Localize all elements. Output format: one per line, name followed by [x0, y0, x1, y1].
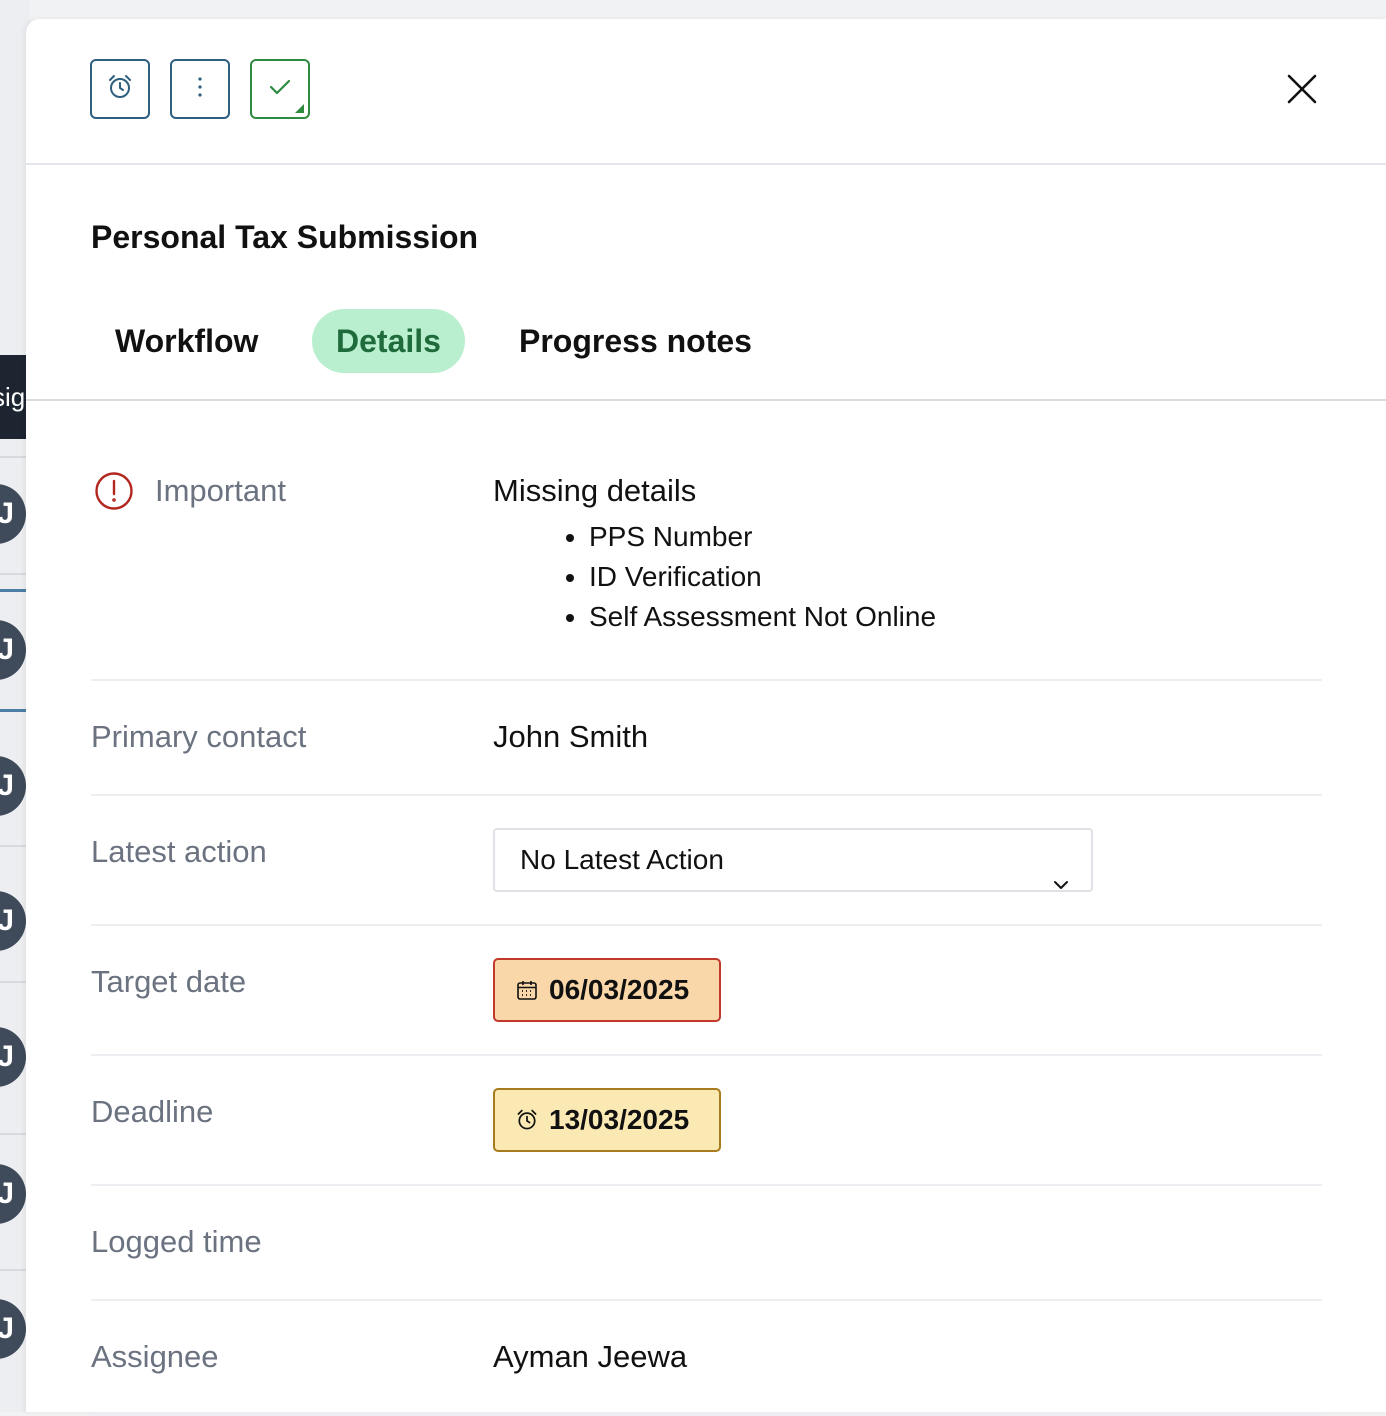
vertical-ellipsis-icon: [195, 73, 205, 106]
target-date-value: 06/03/2025: [549, 974, 690, 1005]
calendar-icon: [515, 978, 539, 1002]
details-content: Important Missing details PPS Number ID …: [91, 419, 1322, 1416]
chevron-down-icon: [1053, 852, 1069, 912]
avatar[interactable]: J: [0, 1299, 26, 1359]
more-options-button[interactable]: [170, 59, 230, 119]
deadline-value: 13/03/2025: [549, 1104, 690, 1135]
deadline-label: Deadline: [91, 1094, 214, 1129]
list-item: PPS Number: [589, 517, 936, 557]
assignee-label: Assignee: [91, 1339, 219, 1374]
important-label: Important: [155, 473, 286, 508]
missing-details-list: PPS Number ID Verification Self Assessme…: [493, 517, 936, 637]
alarm-clock-icon: [515, 1108, 539, 1132]
task-details-panel: Personal Tax Submission Workflow Details…: [26, 19, 1386, 1416]
dropdown-corner-indicator: [295, 104, 304, 113]
alarm-clock-icon: [106, 73, 134, 106]
target-date-row: Target date 06/03/2025: [91, 926, 1322, 1056]
close-button[interactable]: [1286, 74, 1318, 109]
avatar[interactable]: J: [0, 891, 26, 951]
avatar[interactable]: J: [0, 620, 26, 680]
panel-toolbar: [26, 19, 1386, 165]
page-title: Personal Tax Submission: [91, 219, 479, 255]
deadline-picker[interactable]: 13/03/2025: [493, 1088, 721, 1152]
logged-time-label: Logged time: [91, 1224, 262, 1259]
tab-bar: Workflow Details Progress notes: [26, 309, 1386, 401]
list-item: ID Verification: [589, 557, 936, 597]
primary-contact-label: Primary contact: [91, 719, 307, 754]
missing-details-heading: Missing details: [493, 473, 697, 508]
tab-progress-notes[interactable]: Progress notes: [495, 309, 776, 373]
mark-complete-button[interactable]: [250, 59, 310, 119]
latest-action-select[interactable]: No Latest Action: [493, 828, 1093, 892]
list-item: Self Assessment Not Online: [589, 597, 936, 637]
tab-workflow[interactable]: Workflow: [91, 309, 282, 373]
close-x-icon: [1287, 74, 1317, 109]
avatar[interactable]: J: [0, 484, 26, 544]
assignee-row: Assignee Ayman Jeewa: [91, 1301, 1322, 1416]
target-date-label: Target date: [91, 964, 247, 999]
important-row: Important Missing details PPS Number ID …: [91, 419, 1322, 681]
checkmark-icon: [267, 76, 293, 103]
reminder-button[interactable]: [90, 59, 150, 119]
primary-contact-value[interactable]: John Smith: [493, 719, 648, 755]
alert-circle-icon: [94, 471, 134, 516]
avatar[interactable]: J: [0, 1164, 26, 1224]
latest-action-label: Latest action: [91, 834, 267, 869]
target-date-picker[interactable]: 06/03/2025: [493, 958, 721, 1022]
latest-action-row: Latest action No Latest Action: [91, 796, 1322, 926]
avatar[interactable]: J: [0, 1027, 26, 1087]
primary-contact-row: Primary contact John Smith: [91, 681, 1322, 796]
avatar[interactable]: J: [0, 756, 26, 816]
logged-time-row: Logged time: [91, 1186, 1322, 1301]
deadline-row: Deadline 13/03/2025: [91, 1056, 1322, 1186]
latest-action-value: No Latest Action: [520, 844, 724, 875]
tab-details[interactable]: Details: [312, 309, 465, 373]
assignee-value[interactable]: Ayman Jeewa: [493, 1339, 687, 1375]
